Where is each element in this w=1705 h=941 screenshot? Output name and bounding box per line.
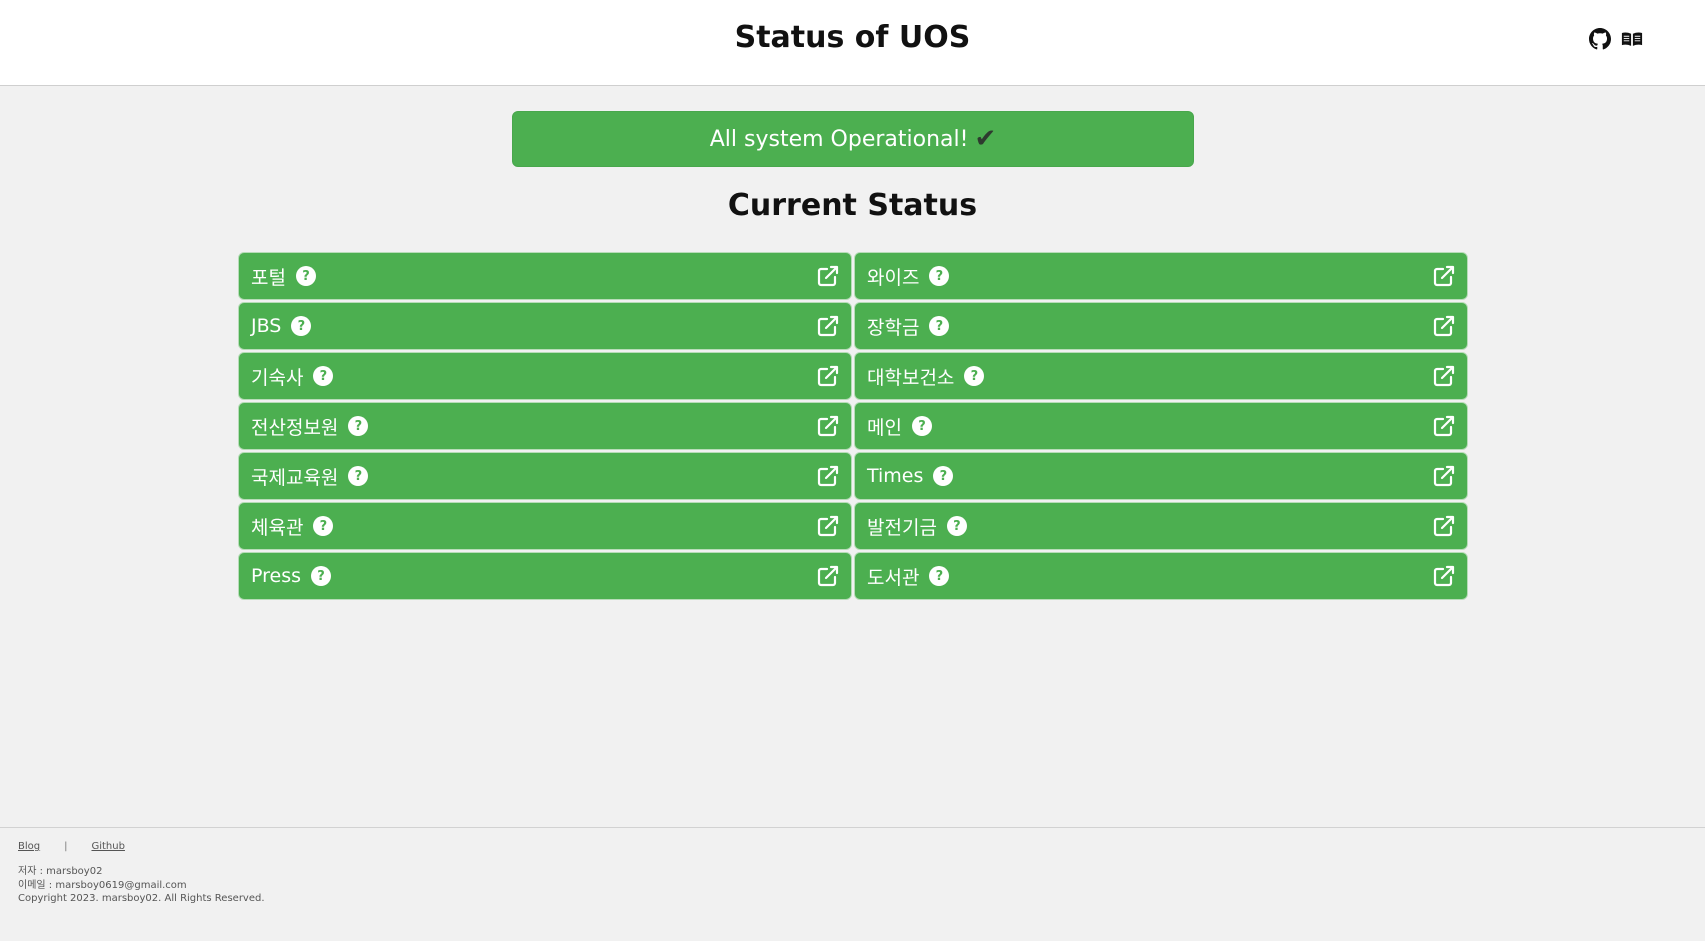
footer-info: 저자 : marsboy02 이메일 : marsboy0619@gmail.c… (18, 865, 1705, 906)
service-card[interactable]: 와이즈? (854, 252, 1468, 300)
service-card[interactable]: 전산정보원? (238, 402, 852, 450)
help-icon[interactable]: ? (929, 316, 950, 336)
external-link-icon[interactable] (816, 414, 840, 438)
service-name: 체육관 (251, 516, 304, 539)
external-link-icon[interactable] (1432, 564, 1456, 588)
github-icon[interactable] (1589, 28, 1611, 50)
external-link-icon[interactable] (1432, 314, 1456, 338)
copyright-text: Copyright 2023. marsboy02. All Rights Re… (18, 893, 265, 904)
service-card[interactable]: 메인? (854, 402, 1468, 450)
service-card[interactable]: 체육관? (238, 502, 852, 550)
section-title: Current Status (727, 188, 978, 223)
blog-link[interactable]: Blog (18, 841, 40, 852)
header-icons (1589, 28, 1643, 50)
footer: Blog | Github 저자 : marsboy02 이메일 : marsb… (0, 827, 1705, 941)
service-status-grid: 포털? 와이즈? JBS? 장학금? 기숙사? 대학보건소? 전산정보원? 메인? 국제교육원?… (238, 252, 1468, 600)
service-name: 전산정보원 (251, 416, 339, 439)
help-icon[interactable]: ? (348, 466, 369, 486)
footer-links: Blog | Github (18, 841, 1705, 852)
external-link-icon[interactable] (816, 264, 840, 288)
service-card[interactable]: 국제교육원? (238, 452, 852, 500)
external-link-icon[interactable] (1432, 264, 1456, 288)
external-link-icon[interactable] (1432, 464, 1456, 488)
help-icon[interactable]: ? (964, 366, 985, 386)
external-link-icon[interactable] (1432, 364, 1456, 388)
help-icon[interactable]: ? (911, 416, 932, 436)
service-name: 대학보건소 (867, 366, 955, 389)
help-icon[interactable]: ? (311, 566, 332, 586)
service-card[interactable]: 기숙사? (238, 352, 852, 400)
system-status-banner: All system Operational! ✔ (512, 111, 1194, 167)
help-icon[interactable]: ? (313, 366, 334, 386)
service-name: 발전기금 (867, 516, 937, 539)
external-link-icon[interactable] (816, 564, 840, 588)
footer-separator: | (64, 841, 68, 852)
service-card[interactable]: JBS? (238, 302, 852, 350)
external-link-icon[interactable] (816, 464, 840, 488)
service-name: JBS (251, 315, 282, 337)
help-icon[interactable]: ? (929, 566, 950, 586)
help-icon[interactable]: ? (295, 266, 316, 286)
service-name: 장학금 (867, 316, 920, 339)
help-icon[interactable]: ? (348, 416, 369, 436)
service-name: 국제교육원 (251, 466, 339, 489)
external-link-icon[interactable] (816, 314, 840, 338)
service-name: 포털 (251, 266, 286, 289)
help-icon[interactable]: ? (946, 516, 967, 536)
help-icon[interactable]: ? (313, 516, 334, 536)
service-name: 와이즈 (867, 266, 920, 289)
help-icon[interactable]: ? (933, 466, 954, 486)
help-icon[interactable]: ? (929, 266, 950, 286)
service-card[interactable]: 도서관? (854, 552, 1468, 600)
site-title: Status of UOS (734, 20, 971, 55)
service-name: Times (867, 465, 924, 487)
checkmark-icon: ✔ (974, 124, 997, 154)
service-card[interactable]: 발전기금? (854, 502, 1468, 550)
external-link-icon[interactable] (816, 364, 840, 388)
external-link-icon[interactable] (816, 514, 840, 538)
service-card[interactable]: Times? (854, 452, 1468, 500)
external-link-icon[interactable] (1432, 414, 1456, 438)
service-card[interactable]: 대학보건소? (854, 352, 1468, 400)
service-name: 기숙사 (251, 366, 304, 389)
header: Status of UOS (0, 0, 1705, 86)
email-text: 이메일 : marsboy0619@gmail.com (18, 879, 187, 891)
service-card[interactable]: 장학금? (854, 302, 1468, 350)
author-text: 저자 : marsboy02 (18, 866, 103, 877)
service-card[interactable]: 포털? (238, 252, 852, 300)
service-name: 도서관 (867, 566, 920, 589)
book-icon[interactable] (1621, 28, 1643, 50)
help-icon[interactable]: ? (291, 316, 312, 336)
service-name: 메인 (867, 416, 902, 439)
external-link-icon[interactable] (1432, 514, 1456, 538)
github-link[interactable]: Github (91, 841, 124, 852)
service-name: Press (251, 565, 302, 587)
banner-text: All system Operational! (709, 126, 969, 152)
service-card[interactable]: Press? (238, 552, 852, 600)
